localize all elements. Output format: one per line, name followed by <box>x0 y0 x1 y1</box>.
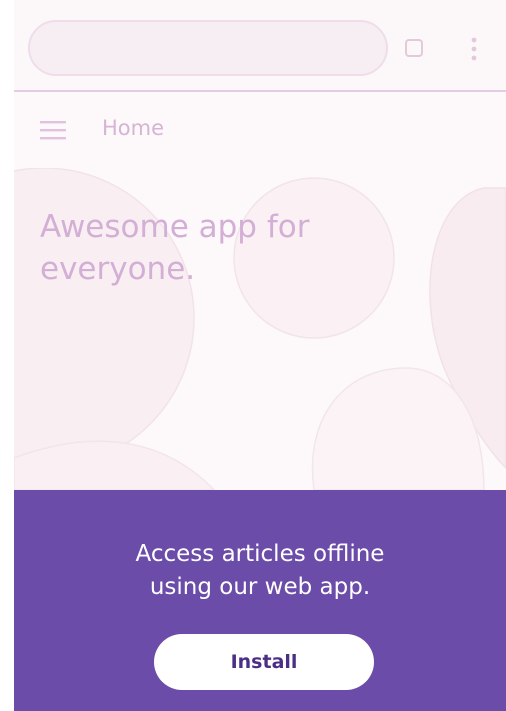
install-button[interactable]: Install <box>154 634 374 690</box>
banner-message-line-2: using our web app. <box>149 574 371 600</box>
hero-headline: Awesome app for everyone. <box>40 209 310 287</box>
phone-screen: Home Awesome app for everyone. Access ar… <box>14 0 506 711</box>
page-title: Home <box>102 116 165 140</box>
banner-message: Access articles offline using our web ap… <box>14 538 506 604</box>
app-bar: Home <box>14 92 506 168</box>
tab-switcher-icon[interactable] <box>404 38 424 58</box>
hamburger-icon[interactable] <box>40 120 70 140</box>
browser-toolbar <box>14 0 506 92</box>
install-banner: Access articles offline using our web ap… <box>14 490 506 711</box>
banner-message-line-1: Access articles offline <box>135 541 385 567</box>
overflow-menu-icon[interactable] <box>470 36 478 62</box>
address-bar[interactable] <box>28 20 388 76</box>
